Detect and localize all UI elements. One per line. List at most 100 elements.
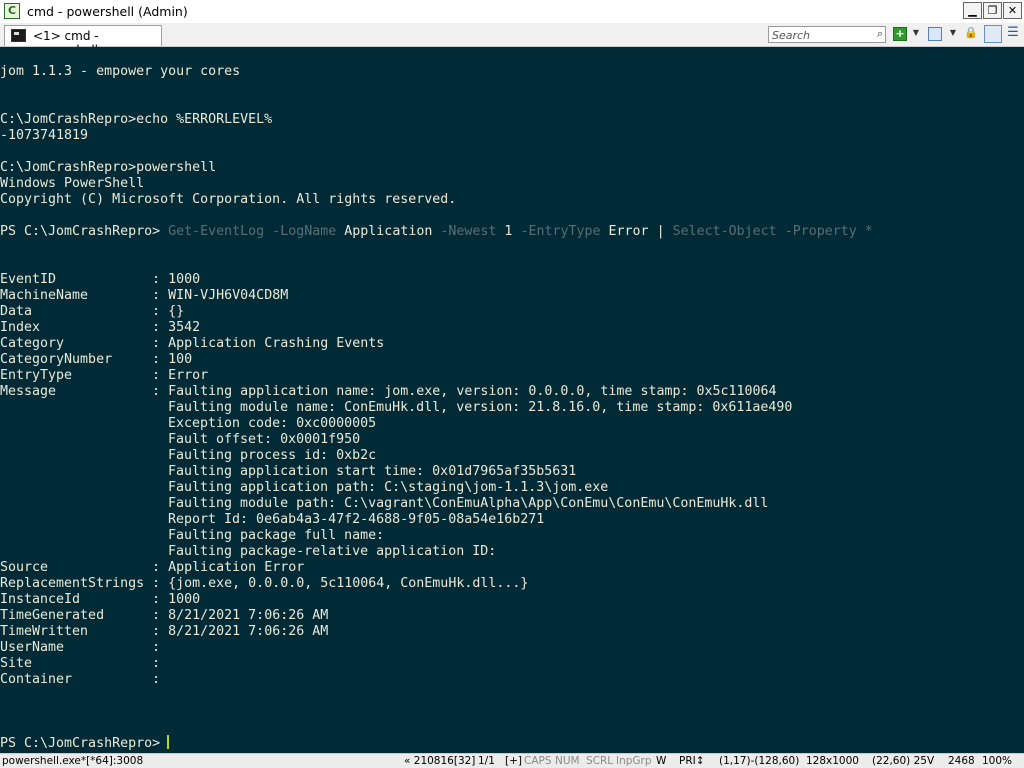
status-priority[interactable]: PRI↕	[679, 755, 705, 768]
status-zoom[interactable]: 100%	[982, 755, 1012, 768]
cmdlet-select: Select-Object	[672, 224, 777, 239]
event-key: Index	[0, 320, 153, 335]
event-key: Source	[0, 560, 153, 575]
event-row: Index : 3542	[0, 320, 201, 335]
event-key: InstanceId	[0, 592, 153, 607]
event-value: Application Error	[168, 560, 305, 575]
event-key: MachineName	[0, 288, 153, 303]
event-key: Site	[0, 656, 153, 671]
view-dropdown-icon[interactable]: ▼	[946, 27, 960, 41]
cmdlet: Get-EventLog	[168, 224, 265, 239]
banner-line: jom 1.1.3 - empower your cores	[0, 64, 241, 79]
message-line: Faulting package full name:	[168, 528, 385, 543]
status-console-index[interactable]: 1/1	[478, 755, 495, 768]
minimize-button[interactable]: ▁	[963, 2, 982, 19]
text-cursor	[167, 735, 169, 749]
restore-button[interactable]: ❐	[983, 2, 1002, 19]
conemu-app-icon[interactable]: C	[4, 3, 20, 19]
event-value: 1000	[168, 272, 201, 287]
console-area[interactable]: jom 1.1.3 - empower your cores C:\JomCra…	[0, 47, 1024, 753]
message-line: Exception code: 0xc0000005	[168, 416, 377, 431]
value-logname: Application	[344, 224, 433, 239]
status-visible[interactable]: (22,60) 25V	[872, 755, 934, 768]
tab-bar: <1> cmd - powershell... ⌕ + ▼ ▼ 🔒 ☰	[0, 23, 1024, 57]
event-row: InstanceId : 1000	[0, 592, 201, 607]
event-key: Category	[0, 336, 153, 351]
event-value: 8/21/2021 7:06:26 AM	[168, 608, 329, 623]
event-row: EventID : 1000	[0, 272, 201, 287]
search-icon[interactable]: ⌕	[877, 27, 883, 41]
event-value: Faulting application name: jom.exe, vers…	[168, 384, 777, 399]
message-line: Report Id: 0e6ab4a3-47f2-4688-9f05-08a54…	[168, 512, 545, 527]
event-value: Application Crashing Events	[168, 336, 385, 351]
value-entrytype: Error	[608, 224, 649, 239]
event-key: UserName	[0, 640, 153, 655]
event-row: ReplacementStrings : {jom.exe, 0.0.0.0, …	[0, 576, 529, 591]
status-plus[interactable]: [+]	[505, 755, 522, 768]
param-property: -Property	[784, 224, 857, 239]
search-input[interactable]	[772, 28, 868, 42]
message-line: Faulting module path: C:\vagrant\ConEmuA…	[168, 496, 769, 511]
event-key: TimeWritten	[0, 624, 153, 639]
event-row: Data : {}	[0, 304, 185, 319]
message-line: Faulting module name: ConEmuHk.dll, vers…	[168, 400, 793, 415]
param-newest: -Newest	[440, 224, 497, 239]
console-tab[interactable]: <1> cmd - powershell...	[4, 25, 162, 57]
copyright-line: Copyright (C) Microsoft Corporation. All…	[0, 192, 457, 207]
event-key: Container	[0, 672, 153, 687]
pipe: |	[656, 224, 665, 239]
message-line: Fault offset: 0x0001f950	[168, 432, 361, 447]
event-key: CategoryNumber	[0, 352, 153, 367]
console-icon	[11, 29, 26, 42]
status-w[interactable]: W	[656, 755, 666, 768]
event-value: 3542	[168, 320, 201, 335]
status-num[interactable]: NUM	[555, 755, 580, 768]
event-row: EntryType : Error	[0, 368, 209, 383]
event-key: Message	[0, 384, 153, 399]
event-row: TimeWritten : 8/21/2021 7:06:26 AM	[0, 624, 329, 639]
new-console-dropdown-icon[interactable]: ▼	[909, 27, 923, 41]
status-inpgrp[interactable]: InpGrp	[616, 755, 652, 768]
status-buffer-size[interactable]: 128x1000	[806, 755, 859, 768]
status-cursor[interactable]: (1,17)-(128,60)	[719, 755, 799, 768]
status-memory[interactable]: 2468	[948, 755, 975, 768]
value-newest: 1	[504, 224, 513, 239]
geteventlog-command-line: PS C:\JomCrashRepro> Get-EventLog -LogNa…	[0, 224, 873, 240]
powershell-banner-line: Windows PowerShell	[0, 176, 145, 191]
event-value: 1000	[168, 592, 201, 607]
status-caps[interactable]: CAPS	[524, 755, 552, 768]
event-value: {}	[168, 304, 185, 319]
event-value: WIN-VJH6V04CD8M	[168, 288, 289, 303]
search-box[interactable]: ⌕	[768, 26, 886, 43]
split-view-icon[interactable]	[928, 27, 942, 41]
title-bar: C cmd - powershell (Admin) ▁ ❐ ✕	[0, 0, 1024, 24]
event-key: EntryType	[0, 368, 153, 383]
event-key: EventID	[0, 272, 153, 287]
tab-list-icon[interactable]	[984, 25, 1002, 43]
message-line: Faulting process id: 0xb2c	[168, 448, 377, 463]
param-entrytype: -EntryType	[520, 224, 601, 239]
lock-icon[interactable]: 🔒	[964, 27, 978, 41]
event-key: ReplacementStrings	[0, 576, 153, 591]
new-console-icon[interactable]: +	[893, 27, 907, 41]
event-row: TimeGenerated : 8/21/2021 7:06:26 AM	[0, 608, 329, 623]
status-build[interactable]: « 210816[32]	[404, 755, 475, 768]
status-process[interactable]: powershell.exe*[*64]:3008	[2, 755, 143, 768]
menu-icon[interactable]: ☰	[1006, 26, 1020, 41]
event-key: Data	[0, 304, 153, 319]
status-bar: powershell.exe*[*64]:3008 « 210816[32] 1…	[0, 753, 1024, 768]
event-value: {jom.exe, 0.0.0.0, 5c110064, ConEmuHk.dl…	[168, 576, 529, 591]
final-prompt: PS C:\JomCrashRepro>	[0, 736, 169, 751]
echo-command-line: C:\JomCrashRepro>echo %ERRORLEVEL%	[0, 112, 273, 127]
status-scrl[interactable]: SCRL	[586, 755, 613, 768]
window-title: cmd - powershell (Admin)	[27, 4, 188, 19]
close-button[interactable]: ✕	[1003, 2, 1022, 19]
event-row: Source : Application Error	[0, 560, 305, 575]
event-key: TimeGenerated	[0, 608, 153, 623]
event-row: Category : Application Crashing Events	[0, 336, 385, 351]
event-row: MachineName : WIN-VJH6V04CD8M	[0, 288, 289, 303]
event-row: UserName :	[0, 640, 169, 655]
event-value: 8/21/2021 7:06:26 AM	[168, 624, 329, 639]
event-row: CategoryNumber : 100	[0, 352, 193, 367]
message-line: Faulting application start time: 0x01d79…	[168, 464, 577, 479]
